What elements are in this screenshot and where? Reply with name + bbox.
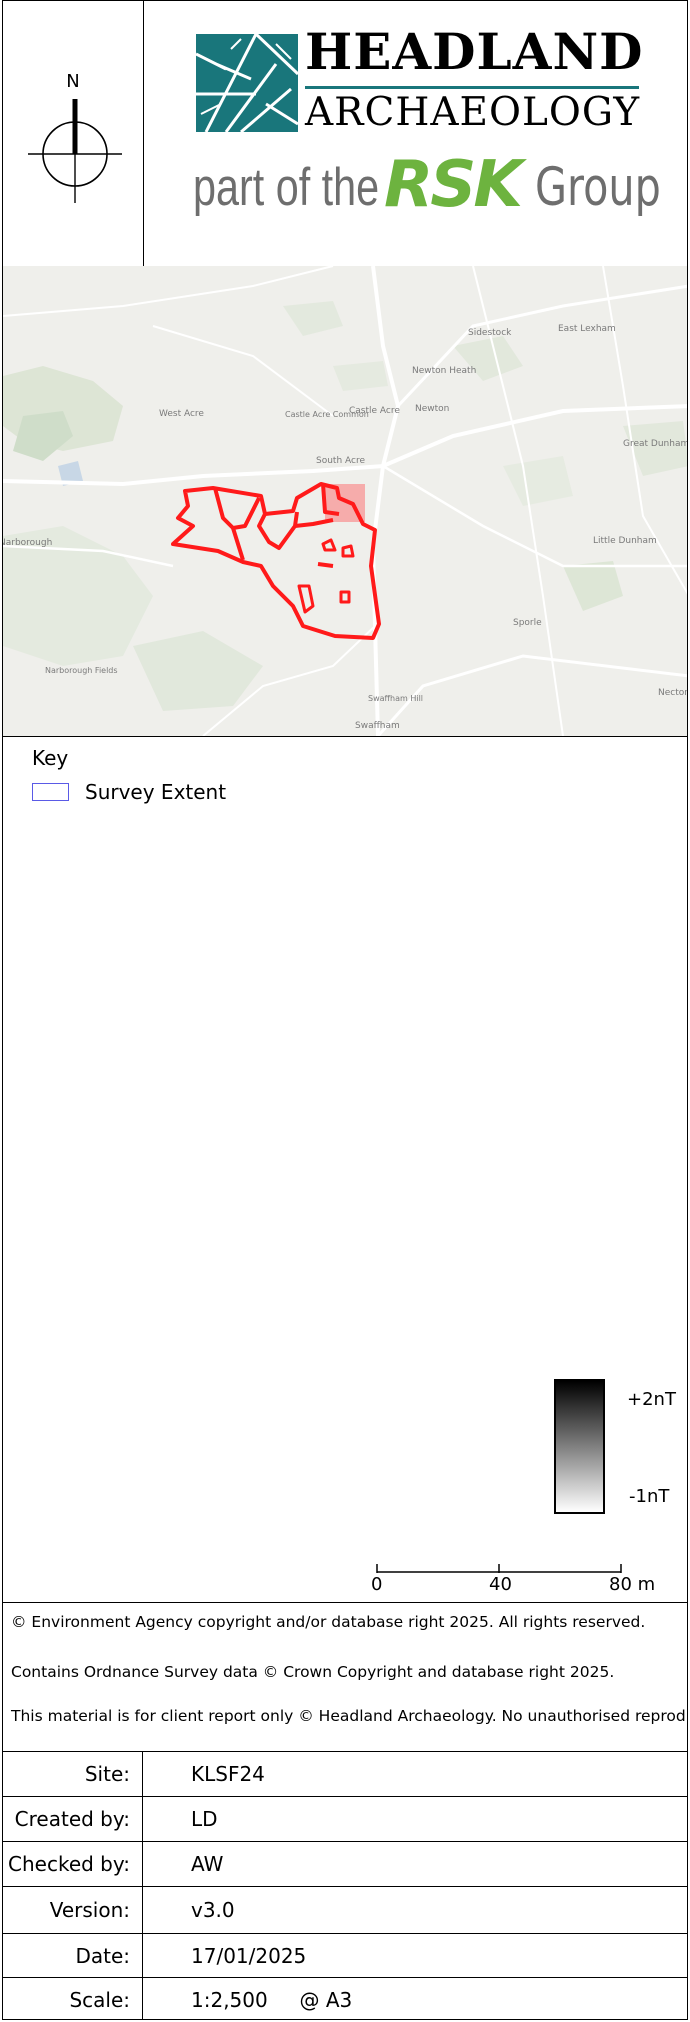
place-label: Sporle [513,618,542,628]
ramp-min-label: -1nT [629,1486,670,1507]
header: N HEADLAND ARCHAEOLOGY part of the RSK G… [3,1,687,267]
place-label: Swaffham Hill [368,694,424,703]
info-value: KLSF24 [191,1762,265,1786]
info-label: Created by: [3,1797,143,1841]
info-value: v3.0 [191,1898,235,1922]
headland-logo-icon [196,34,298,132]
place-label: Necton [658,688,687,698]
info-row-site: Site: KLSF24 [3,1752,687,1797]
info-value: AW [191,1852,224,1876]
tagline-suffix: Group [535,157,661,218]
place-label: South Acre [316,456,366,466]
place-label: Little Dunham [593,536,657,546]
copyright-block: © Environment Agency copyright and/or da… [3,1602,687,1752]
tagline-rsk-logo: RSK [384,148,523,222]
info-row-created-by: Created by: LD [3,1797,687,1842]
place-label: Sidestock [468,328,512,338]
info-row-scale: Scale: 1:2,500 @ A3 [3,1978,687,2019]
info-label: Site: [3,1752,143,1796]
place-label: Swaffham [355,721,400,731]
survey-extent-label: Survey Extent [85,780,227,804]
location-map: Sidestock East Lexham Newton Heath West … [3,266,687,737]
info-row-version: Version: v3.0 [3,1887,687,1934]
ramp-max-label: +2nT [627,1389,676,1410]
north-arrow-cell: N [3,1,144,266]
info-value: 1:2,500 @ A3 [191,1988,353,2012]
place-label: Narborough Fields [45,666,118,675]
north-arrow-icon [28,99,122,203]
info-row-date: Date: 17/01/2025 [3,1934,687,1978]
copyright-line: Contains Ordnance Survey data © Crown Co… [11,1663,615,1681]
info-row-checked-by: Checked by: AW [3,1842,687,1887]
logo-rule [305,86,639,89]
place-label: Newton Heath [412,366,477,376]
copyright-line: This material is for client report only … [11,1707,688,1725]
copyright-line: © Environment Agency copyright and/or da… [11,1613,646,1631]
info-label: Date: [3,1934,143,1977]
key-title: Key [32,746,69,770]
place-label: Newton [415,404,450,414]
info-label: Version: [3,1887,143,1933]
logo-name-line2: ARCHAEOLOGY [305,90,641,135]
place-label: Great Dunham [623,439,687,449]
info-value: 17/01/2025 [191,1943,307,1968]
info-label: Scale: [3,1978,143,2019]
tagline-prefix: part of the [193,158,380,217]
scale-tick-label: 40 [489,1574,512,1595]
scale-tick-label: 0 [371,1574,383,1595]
map-sheet: N HEADLAND ARCHAEOLOGY part of the RSK G… [2,0,688,2020]
info-label: Checked by: [3,1842,143,1886]
survey-extent-swatch [32,783,69,801]
place-label: Narborough [3,538,53,548]
greyscale-ramp [554,1379,605,1514]
place-label: East Lexham [558,324,616,334]
logo-name-line1: HEADLAND [305,22,644,81]
place-label: West Acre [159,409,204,419]
scale-bar [376,1564,622,1573]
scale-tick-label: 80 m [609,1574,656,1595]
info-value: LD [191,1807,218,1831]
place-label: Castle Acre [349,406,400,416]
